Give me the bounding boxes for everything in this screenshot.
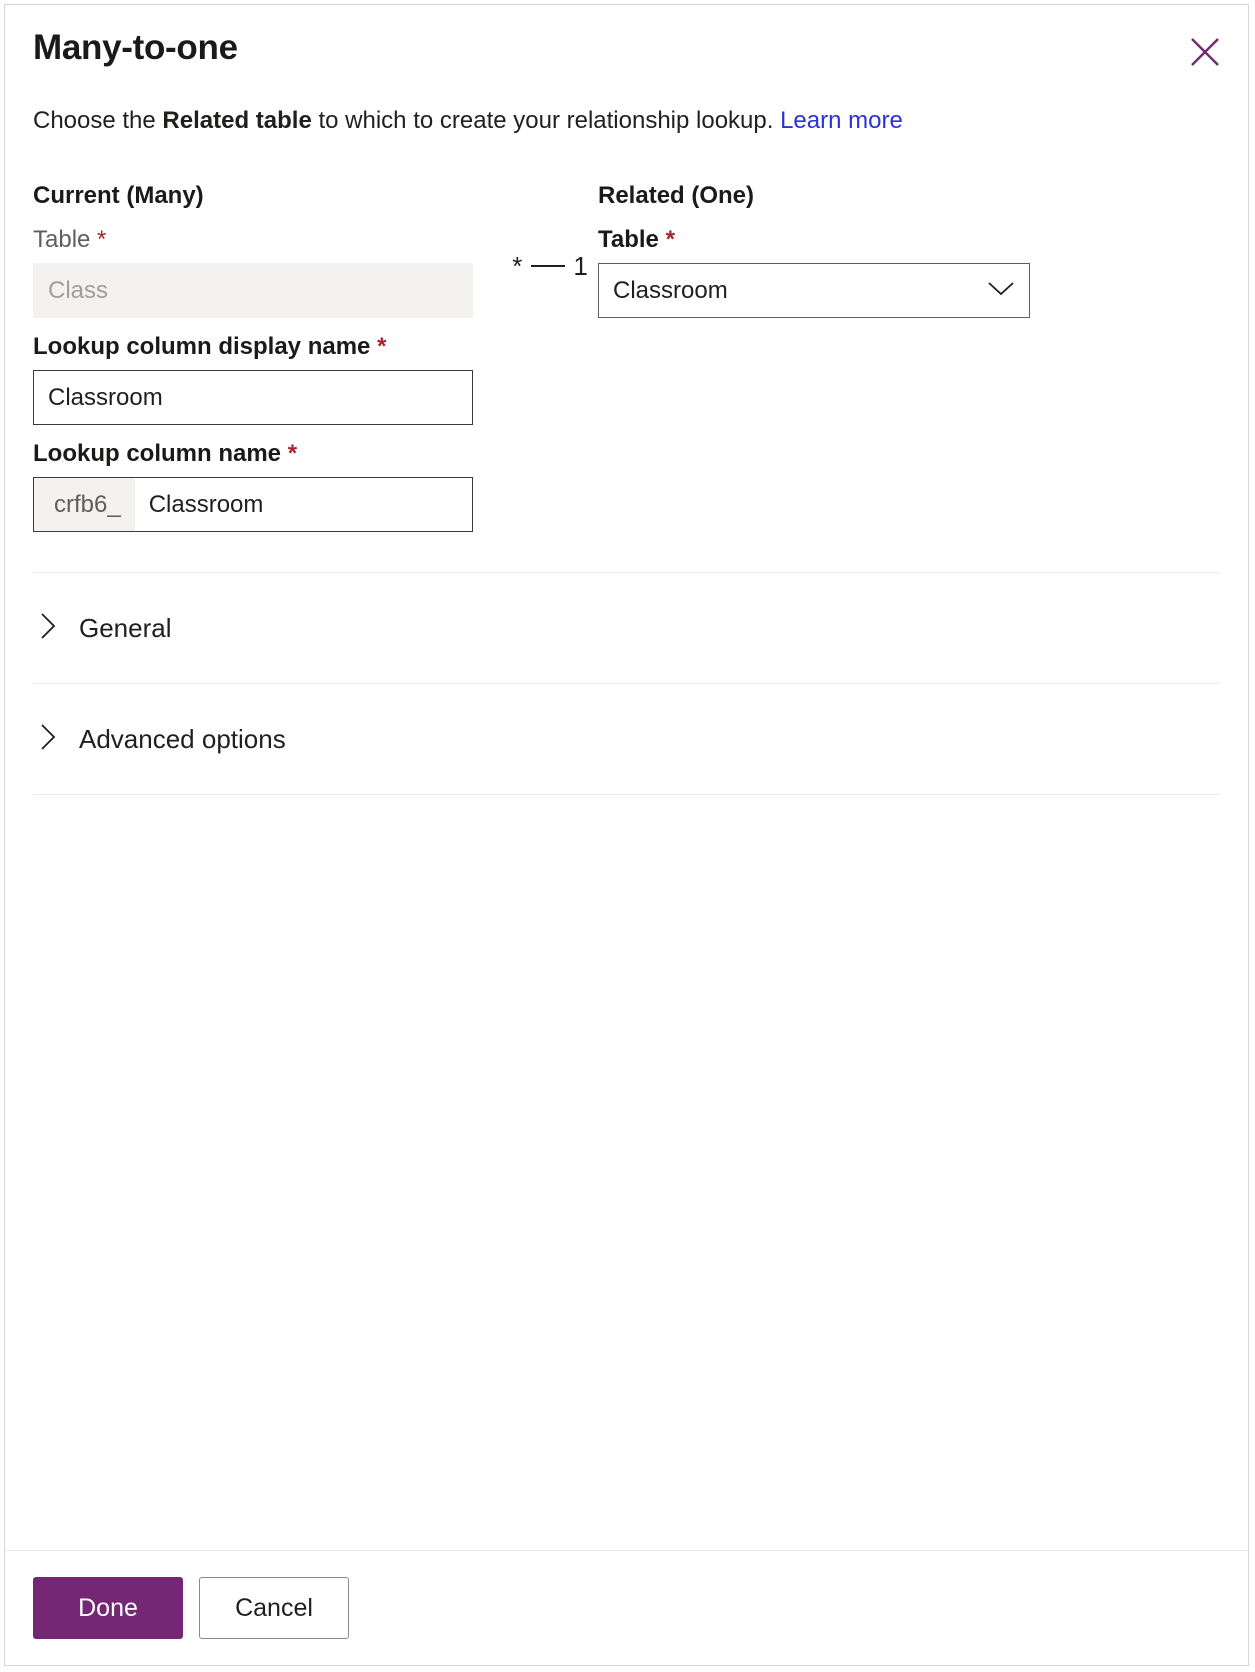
related-table-label-text: Table <box>598 226 659 254</box>
close-icon <box>1188 35 1222 69</box>
dialog-description: Choose the Related table to which to cre… <box>5 105 1248 137</box>
relationship-columns: Current (Many) Table * Class * 1 Related … <box>33 181 1220 319</box>
dialog-body: Current (Many) Table * Class * 1 Related … <box>5 137 1248 1550</box>
dialog-header: Many-to-one <box>5 5 1248 69</box>
lookup-name-input-group: crfb6_ Classroom <box>33 477 473 533</box>
required-asterisk: * <box>665 226 675 254</box>
divider <box>33 794 1220 796</box>
current-table-label: Table * <box>33 225 503 255</box>
cardinality-dash <box>531 264 566 267</box>
lookup-display-name-label-text: Lookup column display name <box>33 333 371 361</box>
done-button[interactable]: Done <box>33 1577 183 1639</box>
current-table-label-text: Table <box>33 226 91 254</box>
section-advanced-options-label: Advanced options <box>79 723 286 754</box>
lookup-name-input[interactable]: Classroom <box>134 478 472 532</box>
chevron-right-icon <box>39 722 57 757</box>
cardinality-one: 1 <box>573 251 589 282</box>
lookup-display-name-input[interactable]: Classroom <box>33 370 473 426</box>
close-button[interactable] <box>1182 29 1228 75</box>
lookup-display-name-label: Lookup column display name * <box>33 332 1220 362</box>
lookup-display-name-value: Classroom <box>48 383 163 411</box>
cardinality-text: * 1 <box>512 251 589 282</box>
chevron-right-icon <box>39 611 57 646</box>
cardinality-many: * <box>512 251 524 282</box>
lookup-name-label: Lookup column name * <box>33 439 1220 469</box>
cardinality-indicator: * 1 <box>503 181 598 294</box>
lookup-name-field: Lookup column name * crfb6_ Classroom <box>33 439 1220 533</box>
related-one-heading: Related (One) <box>598 182 755 210</box>
current-table-value: Class <box>48 276 109 304</box>
lookup-display-name-field: Lookup column display name * Classroom <box>33 332 1220 426</box>
related-table-label: Table * <box>598 225 1058 255</box>
related-table-value: Classroom <box>613 276 728 304</box>
description-prefix: Choose the <box>33 107 163 134</box>
dialog-footer: Done Cancel <box>5 1550 1248 1665</box>
chevron-down-icon <box>987 277 1015 305</box>
lookup-name-label-text: Lookup column name <box>33 440 282 468</box>
required-asterisk: * <box>287 440 298 468</box>
section-advanced-options[interactable]: Advanced options <box>33 684 1220 794</box>
section-general-label: General <box>79 612 172 643</box>
current-many-column: Current (Many) Table * Class <box>33 181 503 319</box>
required-asterisk: * <box>377 333 387 361</box>
page-title: Many-to-one <box>33 28 238 67</box>
related-one-column: Related (One) Table * Classroom <box>598 181 1058 319</box>
cancel-button[interactable]: Cancel <box>199 1577 349 1639</box>
required-asterisk: * <box>97 226 107 254</box>
lookup-name-value: Classroom <box>148 490 264 518</box>
related-table-dropdown[interactable]: Classroom <box>598 263 1030 319</box>
many-to-one-dialog: Many-to-one Choose the Related table to … <box>4 4 1249 1666</box>
section-general[interactable]: General <box>33 573 1220 683</box>
description-emphasis: Related table <box>162 107 312 134</box>
learn-more-link[interactable]: Learn more <box>780 107 903 134</box>
description-suffix: to which to create your relationship loo… <box>311 107 781 134</box>
current-many-heading: Current (Many) <box>33 182 204 210</box>
current-table-input: Class <box>33 263 473 319</box>
lookup-name-prefix: crfb6_ <box>34 478 135 532</box>
